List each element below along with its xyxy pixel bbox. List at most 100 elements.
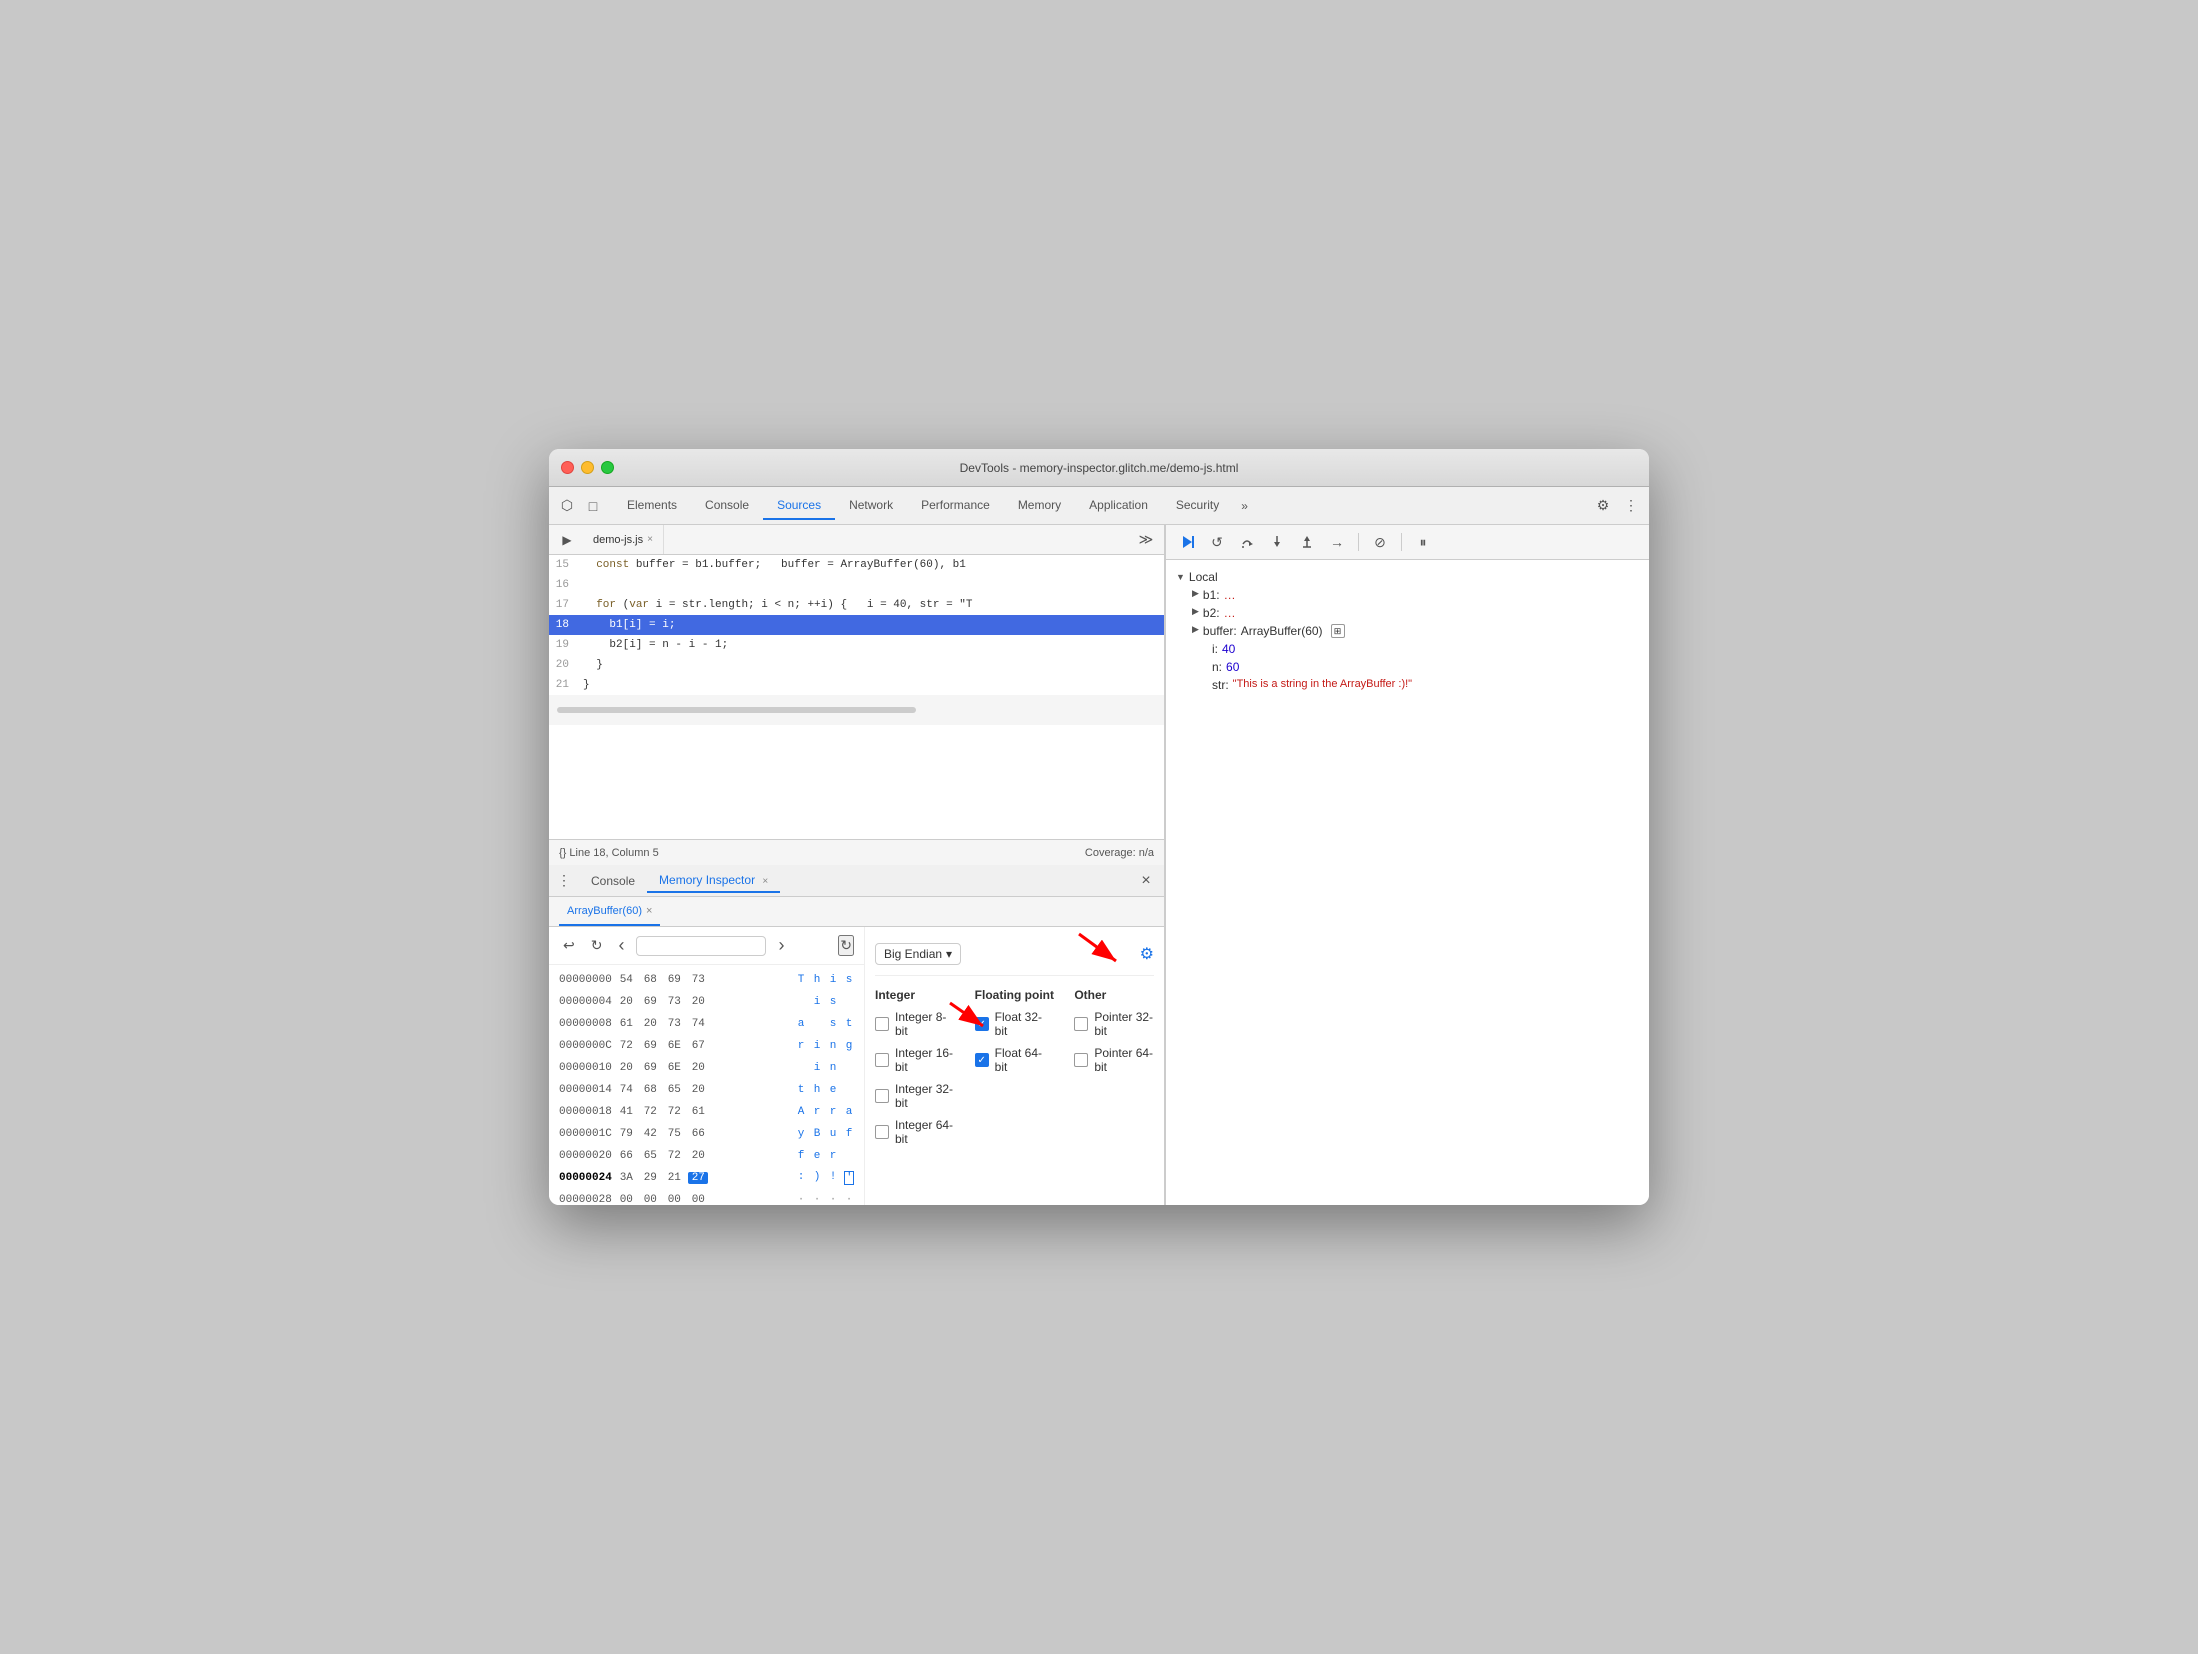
hex-byte[interactable]: 6E <box>664 1040 684 1052</box>
hex-address-input[interactable]: 0x00000027 <box>636 936 766 956</box>
debug-resume-btn[interactable] <box>1176 531 1198 553</box>
hex-byte-selected[interactable]: 27 <box>688 1172 708 1184</box>
hex-byte[interactable]: 6E <box>664 1062 684 1074</box>
hex-byte[interactable]: 68 <box>640 974 660 986</box>
scope-item-arrow-b1[interactable]: ▶ <box>1192 588 1199 599</box>
scope-item-arrow-b2[interactable]: ▶ <box>1192 606 1199 617</box>
hex-prev-btn[interactable]: ‹ <box>614 933 628 958</box>
tab-security[interactable]: Security <box>1162 492 1233 520</box>
hex-next-btn[interactable]: › <box>774 933 788 958</box>
arraybuffer-tab-close[interactable]: × <box>646 905 652 917</box>
cb-int64[interactable] <box>875 1125 889 1139</box>
hex-forward-btn[interactable]: ↻ <box>587 935 607 956</box>
more-options-icon[interactable]: ⋮ <box>1621 496 1641 516</box>
hex-byte[interactable]: 74 <box>616 1084 636 1096</box>
tab-sources[interactable]: Sources <box>763 492 835 520</box>
buffer-inspect-icon[interactable]: ⊞ <box>1331 624 1345 638</box>
close-button[interactable] <box>561 461 574 474</box>
fullscreen-button[interactable] <box>601 461 614 474</box>
source-more-icon[interactable]: ≫ <box>1136 530 1156 550</box>
hex-byte[interactable]: 74 <box>688 1018 708 1030</box>
hex-byte[interactable]: 42 <box>640 1128 660 1140</box>
hex-refresh-btn[interactable]: ↻ <box>838 935 854 956</box>
tab-console[interactable]: Console <box>691 492 763 520</box>
hex-byte[interactable]: 65 <box>664 1084 684 1096</box>
scope-local-header[interactable]: ▼ Local <box>1176 568 1639 586</box>
hex-byte[interactable]: 20 <box>688 1084 708 1096</box>
hex-byte[interactable]: 41 <box>616 1106 636 1118</box>
source-file-tab[interactable]: demo-js.js × <box>583 525 664 554</box>
hex-byte[interactable]: 00 <box>640 1194 660 1205</box>
devtools-left-icons: ⬡ □ <box>557 496 603 516</box>
hex-byte[interactable]: 69 <box>640 996 660 1008</box>
debug-step-btn[interactable]: → <box>1326 531 1348 553</box>
bottom-tab-console[interactable]: Console <box>579 870 647 892</box>
debug-step-out-btn[interactable] <box>1296 531 1318 553</box>
hex-byte[interactable]: 69 <box>664 974 684 986</box>
hex-byte[interactable]: 66 <box>688 1128 708 1140</box>
hex-byte[interactable]: 73 <box>664 996 684 1008</box>
hex-byte[interactable]: 29 <box>640 1172 660 1184</box>
cb-int32[interactable] <box>875 1089 889 1103</box>
cursor-icon[interactable]: ⬡ <box>557 496 577 516</box>
hex-byte[interactable]: 73 <box>688 974 708 986</box>
hex-byte[interactable]: 66 <box>616 1150 636 1162</box>
source-tab-close[interactable]: × <box>647 534 653 545</box>
debug-step-over-btn[interactable] <box>1236 531 1258 553</box>
hex-back-btn[interactable]: ↩ <box>559 935 579 956</box>
source-run-icon[interactable]: ▶ <box>557 530 577 550</box>
hex-byte[interactable]: 72 <box>664 1150 684 1162</box>
hex-byte[interactable]: 54 <box>616 974 636 986</box>
cb-int16[interactable] <box>875 1053 889 1067</box>
hex-byte[interactable]: 00 <box>664 1194 684 1205</box>
hex-byte[interactable]: 61 <box>688 1106 708 1118</box>
hex-byte[interactable]: 73 <box>664 1018 684 1030</box>
hex-byte[interactable]: 61 <box>616 1018 636 1030</box>
tab-application[interactable]: Application <box>1075 492 1162 520</box>
hex-byte[interactable]: 00 <box>688 1194 708 1205</box>
hex-byte[interactable]: 75 <box>664 1128 684 1140</box>
tab-more[interactable]: » <box>1233 493 1256 519</box>
endian-dropdown[interactable]: Big Endian ▾ <box>875 943 961 965</box>
bottom-tab-memory-inspector[interactable]: Memory Inspector × <box>647 869 780 893</box>
hex-byte[interactable]: 65 <box>640 1150 660 1162</box>
tab-performance[interactable]: Performance <box>907 492 1004 520</box>
hex-byte[interactable]: 21 <box>664 1172 684 1184</box>
arraybuffer-tab[interactable]: ArrayBuffer(60) × <box>559 897 660 926</box>
hex-byte[interactable]: 20 <box>688 1150 708 1162</box>
hex-byte[interactable]: 69 <box>640 1062 660 1074</box>
settings-gear-icon[interactable]: ⚙ <box>1140 944 1154 964</box>
cb-ptr64[interactable] <box>1074 1053 1088 1067</box>
tab-memory[interactable]: Memory <box>1004 492 1075 520</box>
debug-pause-icon[interactable]: ↺ <box>1206 531 1228 553</box>
cb-int8[interactable] <box>875 1017 889 1031</box>
cb-ptr32[interactable] <box>1074 1017 1088 1031</box>
hex-byte[interactable]: 72 <box>664 1106 684 1118</box>
hex-byte[interactable]: 3A <box>616 1172 636 1184</box>
minimize-button[interactable] <box>581 461 594 474</box>
debug-deactivate-btn[interactable]: ⊘ <box>1369 531 1391 553</box>
tab-network[interactable]: Network <box>835 492 907 520</box>
hex-byte[interactable]: 68 <box>640 1084 660 1096</box>
hex-byte[interactable]: 20 <box>616 996 636 1008</box>
hex-byte[interactable]: 00 <box>616 1194 636 1205</box>
debug-async-btn[interactable]: ⏸ <box>1412 531 1434 553</box>
tab-elements[interactable]: Elements <box>613 492 691 520</box>
cb-float64[interactable] <box>975 1053 989 1067</box>
hex-byte[interactable]: 72 <box>640 1106 660 1118</box>
hex-byte[interactable]: 20 <box>688 1062 708 1074</box>
hex-byte[interactable]: 20 <box>640 1018 660 1030</box>
hex-byte[interactable]: 20 <box>616 1062 636 1074</box>
settings-icon[interactable]: ⚙ <box>1593 496 1613 516</box>
debug-step-into-btn[interactable] <box>1266 531 1288 553</box>
hex-byte[interactable]: 69 <box>640 1040 660 1052</box>
hex-byte[interactable]: 20 <box>688 996 708 1008</box>
device-icon[interactable]: □ <box>583 496 603 516</box>
scope-item-arrow-buffer[interactable]: ▶ <box>1192 624 1199 635</box>
hex-byte[interactable]: 67 <box>688 1040 708 1052</box>
panel-close-icon[interactable]: × <box>1136 871 1156 891</box>
hex-byte[interactable]: 72 <box>616 1040 636 1052</box>
bottom-panel-menu[interactable]: ⋮ <box>557 872 571 889</box>
bottom-tab-memory-close[interactable]: × <box>762 876 768 887</box>
hex-byte[interactable]: 79 <box>616 1128 636 1140</box>
